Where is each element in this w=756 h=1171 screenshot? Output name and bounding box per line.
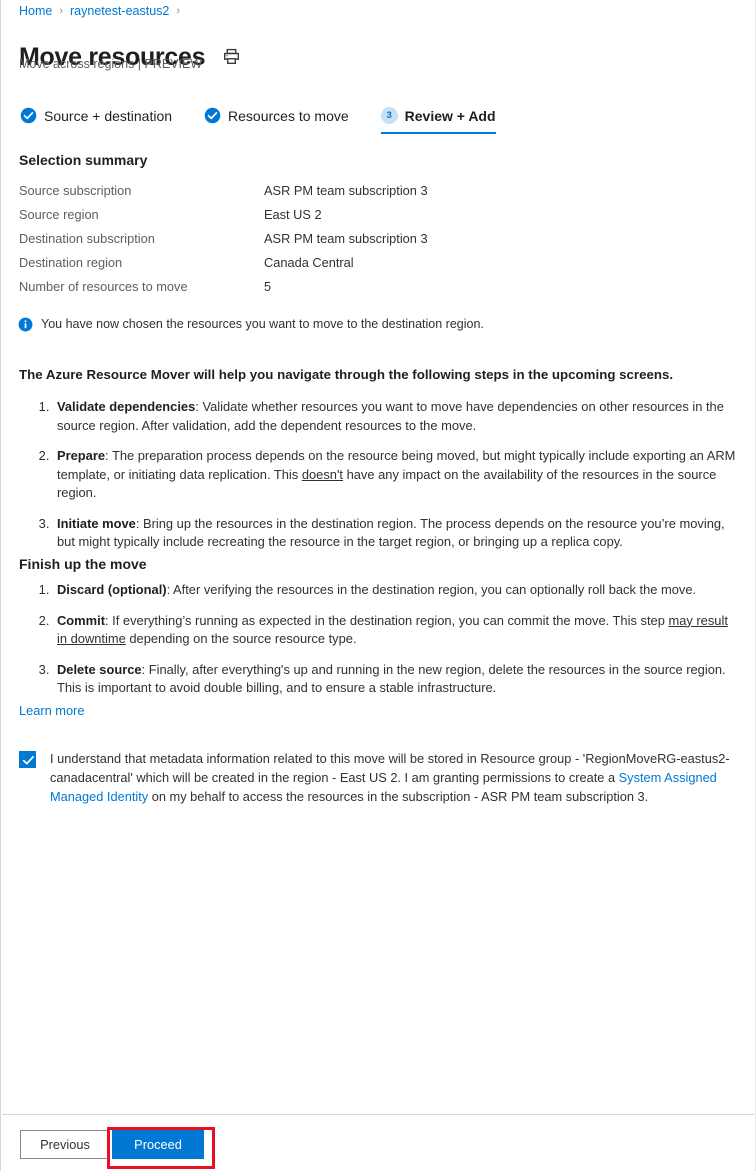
- summary-value: Canada Central: [264, 255, 354, 270]
- list-item: Validate dependencies: Validate whether …: [53, 398, 741, 435]
- step-text: If everything’s running as expected in t…: [108, 612, 669, 628]
- summary-key: Source region: [19, 207, 99, 222]
- step-term: Delete source: [57, 661, 142, 677]
- finish-up-heading: Finish up the move: [19, 556, 147, 572]
- list-item: Delete source: Finally, after everything…: [53, 661, 741, 698]
- summary-key: Source subscription: [19, 183, 132, 198]
- footer-bar: Previous Proceed: [2, 1114, 754, 1171]
- summary-value: East US 2: [264, 207, 322, 222]
- step-text: Finally, after everything's up and runni…: [57, 661, 726, 696]
- selection-summary-heading: Selection summary: [19, 152, 148, 168]
- breadcrumb-separator-icon: ›: [59, 4, 64, 17]
- info-icon: [18, 317, 33, 337]
- list-item: Commit: If everything’s running as expec…: [53, 612, 741, 649]
- tab-resources-to-move[interactable]: Resources to move: [204, 107, 349, 134]
- breadcrumb-separator-icon: ›: [176, 4, 181, 17]
- steps-list-finish: Discard (optional): After verifying the …: [19, 581, 741, 710]
- step-text: Bring up the resources in the destinatio…: [57, 515, 725, 550]
- info-message: You have now chosen the resources you wa…: [18, 316, 484, 337]
- step-text: After verifying the resources in the des…: [170, 582, 697, 597]
- previous-button[interactable]: Previous: [20, 1130, 110, 1159]
- page-root: Home › raynetest-eastus2 › Move resource…: [0, 0, 756, 1171]
- summary-row: Number of resources to move 5: [19, 279, 619, 303]
- summary-key: Number of resources to move: [19, 279, 188, 294]
- check-circle-icon: [20, 107, 37, 124]
- step-term: Discard (optional): [57, 582, 167, 597]
- print-icon[interactable]: [223, 48, 240, 70]
- learn-more-link[interactable]: Learn more: [19, 703, 84, 718]
- step-term: Initiate move: [57, 515, 136, 531]
- selection-summary-table: Source subscription ASR PM team subscrip…: [19, 183, 619, 303]
- consent-text: I understand that metadata information r…: [50, 749, 743, 806]
- summary-key: Destination subscription: [19, 231, 155, 246]
- breadcrumb-item-resource[interactable]: raynetest-eastus2: [70, 4, 169, 18]
- consent-text-part2: on my behalf to access the resources in …: [148, 789, 649, 804]
- wizard-tabs: Source + destination Resources to move 3…: [20, 107, 528, 134]
- tab-label: Review + Add: [404, 107, 496, 124]
- summary-value: ASR PM team subscription 3: [264, 183, 428, 198]
- step-text: depending on the source resource type.: [125, 631, 357, 646]
- tab-label: Resources to move: [228, 107, 349, 124]
- steps-list-main: Validate dependencies: Validate whether …: [19, 398, 741, 564]
- step-text-underlined: doesn't: [301, 466, 343, 482]
- tab-source-destination[interactable]: Source + destination: [20, 107, 172, 134]
- summary-row: Source region East US 2: [19, 207, 619, 231]
- summary-row: Destination subscription ASR PM team sub…: [19, 231, 619, 255]
- body-lead-text: The Azure Resource Mover will help you n…: [19, 367, 674, 382]
- info-message-text: You have now chosen the resources you wa…: [41, 317, 484, 331]
- tab-review-add[interactable]: 3 Review + Add: [380, 107, 496, 134]
- breadcrumb-item-home[interactable]: Home: [19, 4, 52, 18]
- summary-value: ASR PM team subscription 3: [264, 231, 428, 246]
- consent-row: I understand that metadata information r…: [19, 749, 743, 806]
- check-circle-icon: [204, 107, 221, 124]
- summary-row: Destination region Canada Central: [19, 255, 619, 279]
- step-term: Commit: [57, 612, 105, 628]
- page-subtitle: Move across regions | PREVIEW: [19, 57, 203, 71]
- summary-value: 5: [264, 279, 272, 294]
- step-number: 3: [380, 107, 398, 124]
- breadcrumb: Home › raynetest-eastus2 ›: [19, 0, 187, 22]
- list-item: Discard (optional): After verifying the …: [53, 581, 741, 600]
- list-item: Initiate move: Bring up the resources in…: [53, 515, 741, 552]
- summary-row: Source subscription ASR PM team subscrip…: [19, 183, 619, 207]
- step-term: Prepare: [57, 448, 106, 463]
- step-term: Validate dependencies: [57, 399, 196, 414]
- proceed-button[interactable]: Proceed: [112, 1130, 204, 1159]
- summary-key: Destination region: [19, 255, 123, 270]
- checkmark-icon: [22, 755, 35, 765]
- consent-checkbox[interactable]: [19, 751, 36, 768]
- step-number-badge: 3: [380, 107, 398, 124]
- list-item: Prepare: The preparation process depends…: [53, 447, 741, 503]
- tab-label: Source + destination: [44, 107, 173, 124]
